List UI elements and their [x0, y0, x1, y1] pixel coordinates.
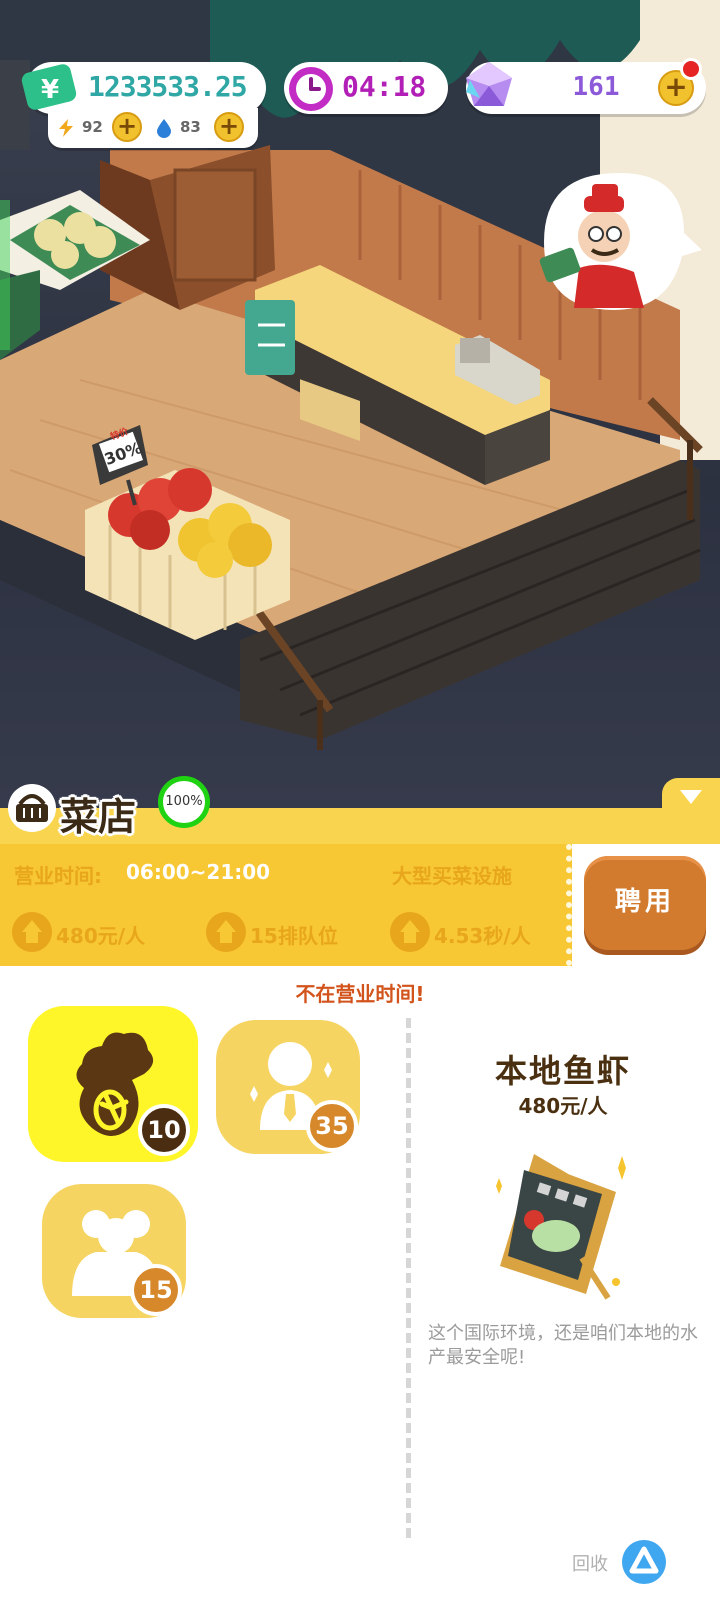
add-energy-button[interactable]: + — [112, 112, 142, 142]
svg-text:¥: ¥ — [41, 75, 59, 105]
resource-counters: 92 + 83 + — [48, 108, 258, 148]
shop-title: 菜店 — [60, 795, 137, 839]
money-counter: ¥ 1233533.25 — [21, 62, 266, 114]
game-clock: 04:18 — [284, 62, 448, 114]
hours-value: 06:00~21:00 — [126, 860, 271, 884]
item-price: 480元/人 — [518, 1094, 608, 1118]
shop-info-card: 营业时间: 06:00~21:00 大型买菜设施 480元/人 15排队位 4.… — [0, 844, 572, 966]
facility-type: 大型买菜设施 — [392, 864, 512, 888]
item-title: 本地鱼虾 — [494, 1052, 631, 1090]
stat-price: 480元/人 — [56, 924, 146, 948]
upgrade-level-badge: 10 — [138, 1104, 190, 1156]
water-value: 83 — [180, 118, 201, 136]
item-description: 这个国际环境，还是咱们本地的水产最安全呢! — [428, 1323, 698, 1368]
hire-button[interactable]: 聘用 — [584, 856, 706, 950]
basket-icon — [8, 784, 56, 832]
upgrade-arrow-icon — [206, 912, 246, 952]
energy-icon — [59, 119, 73, 137]
chevron-down-icon — [680, 790, 702, 804]
recycle-button[interactable] — [622, 1540, 666, 1584]
customer-speech-bubble[interactable] — [534, 168, 704, 316]
hours-label: 营业时间: — [14, 864, 102, 888]
upgrade-tile-vegetables[interactable]: 10 — [28, 1006, 198, 1162]
gem-icon — [466, 62, 512, 106]
clock-icon — [289, 67, 333, 111]
money-value: 1233533.25 — [88, 70, 248, 103]
upgrade-tile-queue[interactable]: 15 — [42, 1184, 186, 1318]
menu-board-illustration — [496, 1154, 626, 1300]
water-drop-icon — [157, 119, 171, 138]
gem-value: 161 — [572, 72, 620, 102]
gem-counter: 161 + — [466, 58, 706, 114]
closed-notice: 不在营业时间! — [295, 982, 425, 1006]
upgrade-tile-staff[interactable]: 35 — [216, 1020, 360, 1154]
time-value: 04:18 — [342, 70, 427, 103]
recycle-label: 回收 — [572, 1554, 608, 1575]
upgrade-level-badge: 15 — [130, 1264, 182, 1316]
upgrade-arrow-icon — [390, 912, 430, 952]
recycle-icon — [629, 1546, 659, 1574]
shop-progress-value: 100% — [165, 794, 203, 809]
stat-speed: 4.53秒/人 — [434, 924, 531, 948]
add-water-button[interactable]: + — [214, 112, 244, 142]
energy-value: 92 — [82, 118, 103, 136]
upgrade-arrow-icon — [12, 912, 52, 952]
upgrade-level-badge: 35 — [306, 1100, 358, 1152]
stat-queue: 15排队位 — [250, 924, 338, 948]
notification-dot — [680, 58, 702, 80]
shop-progress-ring: 100% — [158, 776, 210, 828]
collapse-panel-button[interactable] — [662, 778, 720, 818]
